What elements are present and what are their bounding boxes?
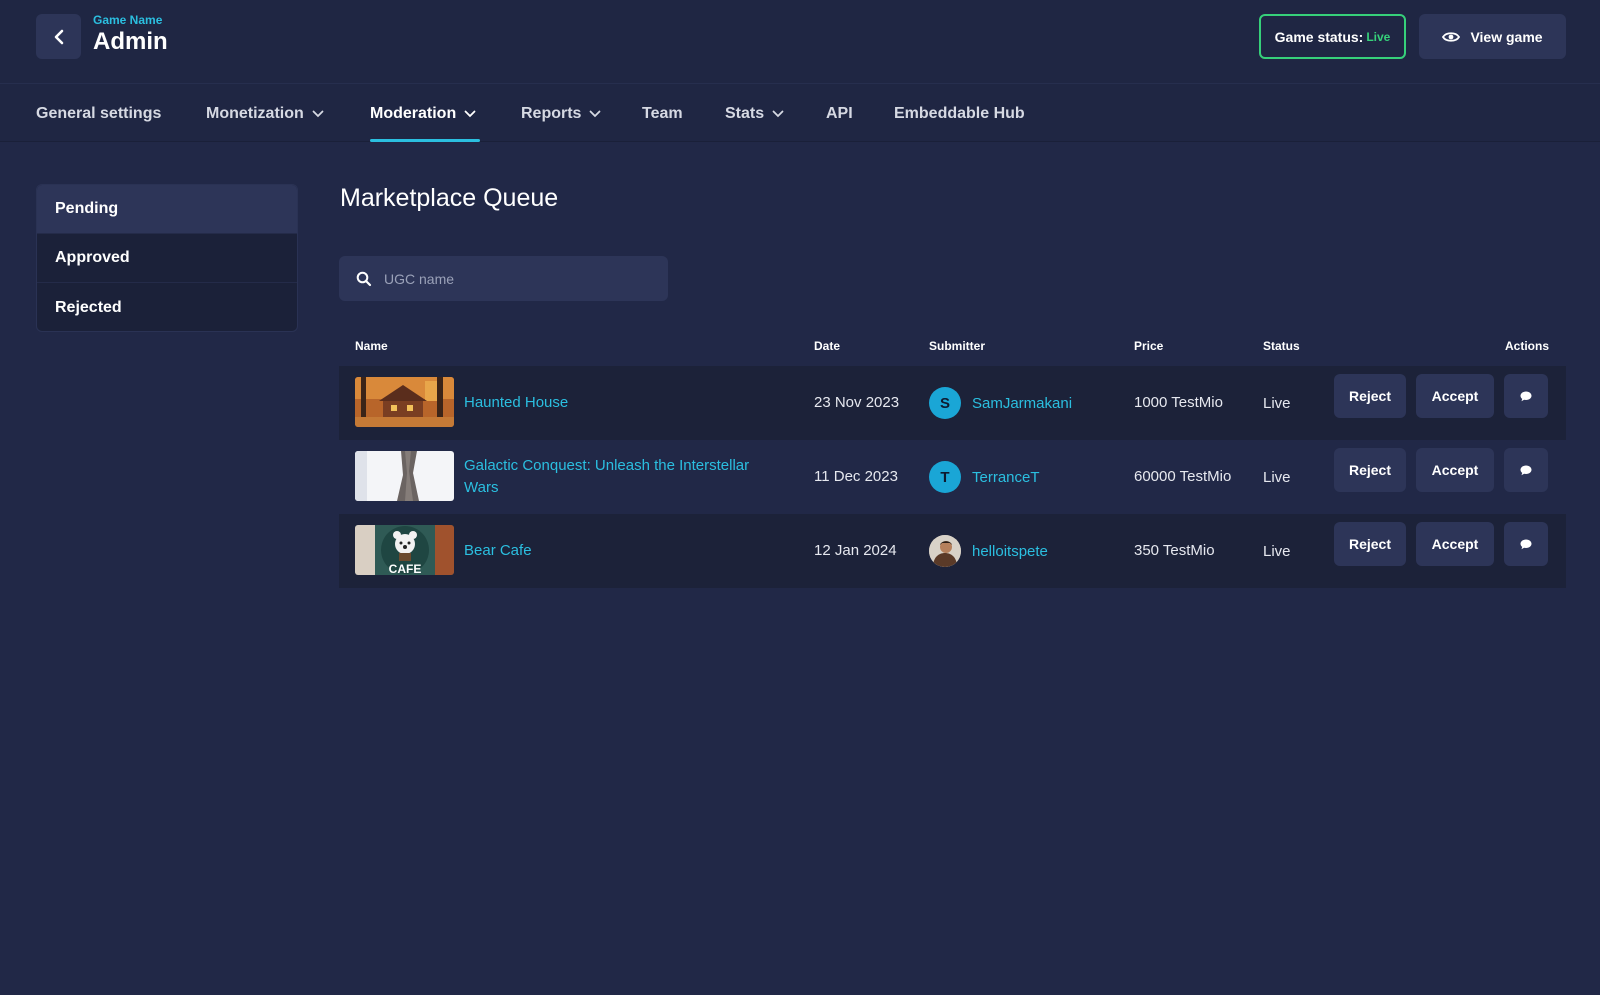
accept-button[interactable]: Accept (1416, 522, 1494, 566)
moderation-sidebar: Pending Approved Rejected (36, 184, 298, 332)
nav-general-settings[interactable]: General settings (36, 84, 161, 143)
sidebar-item-label: Rejected (55, 298, 122, 316)
item-price: 1000 TestMio (1134, 394, 1223, 411)
page-title: Marketplace Queue (340, 184, 559, 212)
column-header-name: Name (355, 339, 388, 353)
comment-icon (1520, 391, 1532, 401)
nav-label: Embeddable Hub (894, 104, 1025, 122)
submitter-link[interactable]: SamJarmakani (972, 366, 1072, 440)
nav-label: Stats (725, 104, 765, 122)
table-row: Haunted House 23 Nov 2023 S SamJarmakani… (339, 366, 1566, 440)
game-name: Game Name (93, 13, 163, 27)
sidebar-item-pending[interactable]: Pending (37, 185, 297, 234)
search-box (339, 256, 668, 301)
bear-cafe-thumbnail[interactable]: CAFE (355, 525, 454, 575)
item-date: 11 Dec 2023 (814, 468, 898, 485)
column-header-actions: Actions (1505, 339, 1550, 353)
chevron-down-icon (590, 110, 601, 117)
table-row: Galactic Conquest: Unleash the Interstel… (339, 440, 1566, 514)
chevron-left-icon (54, 29, 63, 44)
reject-button[interactable]: Reject (1334, 374, 1406, 418)
game-status-button[interactable]: Game status: Live (1259, 14, 1406, 59)
comment-button[interactable] (1504, 448, 1548, 492)
sidebar-item-label: Approved (55, 249, 130, 266)
item-name-link[interactable]: Galactic Conquest: Unleash the Interstel… (464, 440, 774, 514)
accept-button[interactable]: Accept (1416, 448, 1494, 492)
nav-label: Moderation (370, 104, 457, 122)
nav-label: Reports (521, 104, 582, 122)
tree-trunk-thumbnail[interactable] (355, 451, 454, 501)
comment-button[interactable] (1504, 522, 1548, 566)
thumbnail-text: CAFE (389, 562, 422, 575)
nav-label: Team (642, 104, 683, 122)
main-nav: General settings Monetization Moderation… (0, 83, 1600, 142)
submitter-link[interactable]: TerranceT (972, 440, 1040, 514)
nav-embeddable-hub[interactable]: Embeddable Hub (894, 84, 1025, 143)
sidebar-item-label: Pending (55, 200, 119, 217)
nav-label: Monetization (206, 104, 304, 122)
search-input[interactable] (384, 256, 654, 301)
sidebar-item-rejected[interactable]: Rejected (37, 283, 297, 331)
avatar (929, 535, 961, 567)
item-name-link[interactable]: Bear Cafe (464, 514, 774, 588)
view-game-label: View game (1470, 28, 1543, 45)
item-date: 23 Nov 2023 (814, 394, 900, 411)
active-tab-indicator (370, 139, 480, 142)
item-status: Live (1263, 394, 1291, 412)
avatar: S (929, 387, 961, 419)
column-header-date: Date (814, 339, 841, 353)
reject-button[interactable]: Reject (1334, 448, 1406, 492)
column-header-submitter: Submitter (929, 339, 986, 353)
item-name-link[interactable]: Haunted House (464, 366, 774, 440)
nav-team[interactable]: Team (642, 84, 683, 143)
view-game-button[interactable]: View game (1419, 14, 1566, 59)
top-header: Game Name Admin Game status: Live View g… (0, 0, 1600, 83)
item-price: 350 TestMio (1134, 542, 1215, 559)
submitter-link[interactable]: helloitspete (972, 514, 1048, 588)
search-icon (356, 271, 372, 287)
column-header-price: Price (1134, 339, 1164, 353)
accept-button[interactable]: Accept (1416, 374, 1494, 418)
nav-reports[interactable]: Reports (521, 84, 601, 143)
comment-button[interactable] (1504, 374, 1548, 418)
item-price: 60000 TestMio (1134, 468, 1232, 485)
nav-monetization[interactable]: Monetization (206, 84, 324, 143)
chevron-down-icon (772, 110, 784, 117)
back-button[interactable] (36, 14, 81, 59)
page-heading: Admin (93, 28, 168, 55)
nav-moderation[interactable]: Moderation (370, 84, 476, 143)
cabin-autumn-thumbnail[interactable] (355, 377, 454, 427)
chevron-down-icon (464, 110, 476, 117)
eye-icon (1442, 31, 1461, 42)
nav-label: General settings (36, 104, 162, 122)
table-row: CAFE Bear Cafe 12 Jan 2024 helloitspete … (339, 514, 1566, 588)
comment-icon (1520, 465, 1532, 475)
game-status-value: Live (1366, 29, 1391, 44)
sidebar-item-approved[interactable]: Approved (37, 234, 297, 283)
item-status: Live (1263, 468, 1291, 486)
item-date: 12 Jan 2024 (814, 542, 897, 559)
chevron-down-icon (312, 110, 324, 117)
reject-button[interactable]: Reject (1334, 522, 1406, 566)
comment-icon (1520, 539, 1532, 549)
avatar: T (929, 461, 961, 493)
item-status: Live (1263, 542, 1291, 560)
column-header-status: Status (1263, 339, 1300, 353)
nav-api[interactable]: API (826, 84, 853, 143)
game-status-label: Game status: (1274, 28, 1364, 45)
nav-stats[interactable]: Stats (725, 84, 784, 143)
user-photo-icon (929, 535, 961, 567)
nav-label: API (826, 104, 853, 122)
